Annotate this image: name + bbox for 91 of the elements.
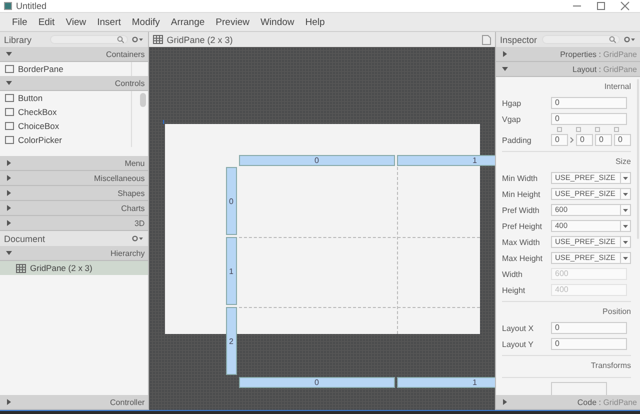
grid-pane[interactable] <box>164 124 480 334</box>
link-icon <box>576 127 581 132</box>
column-header[interactable]: 0 <box>238 155 395 166</box>
library-item[interactable]: CheckBox <box>0 105 132 119</box>
field-label: Hgap <box>502 98 522 108</box>
menu-item[interactable]: Edit <box>33 16 60 28</box>
menu-item[interactable]: Help <box>300 16 330 28</box>
input-field[interactable]: 0 <box>551 113 627 125</box>
accordion-header[interactable]: Controls <box>0 76 148 91</box>
link-icon <box>614 127 619 132</box>
accordion-header[interactable]: Layout : GridPane <box>496 62 640 77</box>
field-label: Vgap <box>502 114 522 124</box>
chevron-icon <box>570 137 574 143</box>
row-header[interactable]: 0 <box>226 167 237 235</box>
close-icon[interactable] <box>620 1 630 11</box>
window-title: Untitled <box>16 1 47 11</box>
dropdown-arrow-icon <box>623 192 628 196</box>
field-label: Width <box>502 270 524 278</box>
dropdown-arrow-icon <box>623 176 628 180</box>
dropdown-arrow-icon <box>623 240 628 244</box>
panel-title: Inspector <box>500 34 538 44</box>
input-field[interactable]: 0 <box>595 134 612 146</box>
input-field[interactable]: 0 <box>551 322 627 334</box>
maximize-icon[interactable] <box>596 1 606 11</box>
menu-item[interactable]: View <box>60 16 92 28</box>
dropdown-arrow-icon <box>623 224 628 228</box>
accordion-header[interactable]: Menu <box>0 156 148 171</box>
link-icon <box>557 127 562 132</box>
field-label: Min Height <box>502 190 542 198</box>
section-title: Internal <box>603 81 631 93</box>
menu-item[interactable]: Preview <box>210 16 254 28</box>
component-icon <box>5 65 14 73</box>
accordion-header[interactable]: Controller <box>0 395 148 410</box>
accordion-header[interactable]: Hierarchy <box>0 246 148 261</box>
accordion-header[interactable]: 3D <box>0 216 148 231</box>
field-label: Layout X <box>502 324 535 332</box>
corner-mark <box>162 120 167 124</box>
panel-title: Library <box>4 34 32 44</box>
menu-item[interactable]: Modify <box>126 16 165 28</box>
input-field[interactable]: 0 <box>551 134 568 146</box>
menu-item[interactable]: Arrange <box>166 16 210 28</box>
field-label: Height <box>502 286 526 294</box>
accordion-header[interactable]: Properties : GridPane <box>496 47 640 62</box>
column-header[interactable]: 1 <box>396 377 495 388</box>
input-field[interactable]: 0 <box>614 134 631 146</box>
input-field[interactable]: 0 <box>576 134 593 146</box>
search-field[interactable] <box>50 35 128 44</box>
panel-title: Document <box>4 234 46 244</box>
search-field[interactable] <box>542 35 620 44</box>
grid-icon <box>16 264 26 272</box>
settings-icon[interactable] <box>132 235 144 242</box>
link-icon <box>595 127 600 132</box>
app-icon <box>4 2 12 10</box>
search-icon <box>116 36 124 43</box>
row-header[interactable]: 1 <box>226 237 237 305</box>
library-item[interactable]: ColorPicker <box>0 133 132 147</box>
input-field[interactable]: 0 <box>551 97 627 109</box>
field-label: Max Height <box>502 254 544 262</box>
menu-item[interactable]: Window <box>255 16 300 28</box>
row-header[interactable]: 2 <box>226 307 237 375</box>
grid-icon <box>152 35 163 44</box>
menu-item[interactable]: File <box>7 16 32 28</box>
column-header[interactable]: 1 <box>396 155 495 166</box>
field-label: Pref Width <box>502 206 540 214</box>
accordion-header[interactable]: Miscellaneous <box>0 171 148 186</box>
dropdown-arrow-icon <box>623 256 628 260</box>
settings-icon[interactable] <box>624 36 636 43</box>
column-header[interactable]: 0 <box>238 377 395 388</box>
document-icon[interactable] <box>482 34 491 44</box>
settings-icon[interactable] <box>132 36 144 43</box>
accordion-header[interactable]: Containers <box>0 47 148 62</box>
section-title: Position <box>602 306 631 318</box>
library-item[interactable]: Button <box>0 91 132 105</box>
breadcrumb[interactable]: GridPane (2 x 3) <box>166 34 233 44</box>
library-item[interactable]: ChoiceBox <box>0 119 132 133</box>
search-icon <box>609 36 616 43</box>
scrollbar[interactable] <box>140 93 146 107</box>
input-field[interactable]: 0 <box>551 338 627 350</box>
field-label: Max Width <box>502 238 541 246</box>
tree-item[interactable]: GridPane (2 x 3) <box>0 261 148 275</box>
accordion-header[interactable]: Code : GridPane <box>496 395 640 410</box>
section-title: Transforms <box>590 360 631 372</box>
section-title: Size <box>614 156 631 168</box>
field-label: Layout Y <box>502 340 534 348</box>
field-label: Pref Height <box>502 222 544 230</box>
field-label: Padding <box>502 136 532 144</box>
field-label: Min Width <box>502 174 539 182</box>
accordion-header[interactable]: Charts <box>0 201 148 216</box>
accordion-header[interactable]: Shapes <box>0 186 148 201</box>
dropdown-arrow-icon <box>623 208 628 212</box>
menu-item[interactable]: Insert <box>92 16 126 28</box>
